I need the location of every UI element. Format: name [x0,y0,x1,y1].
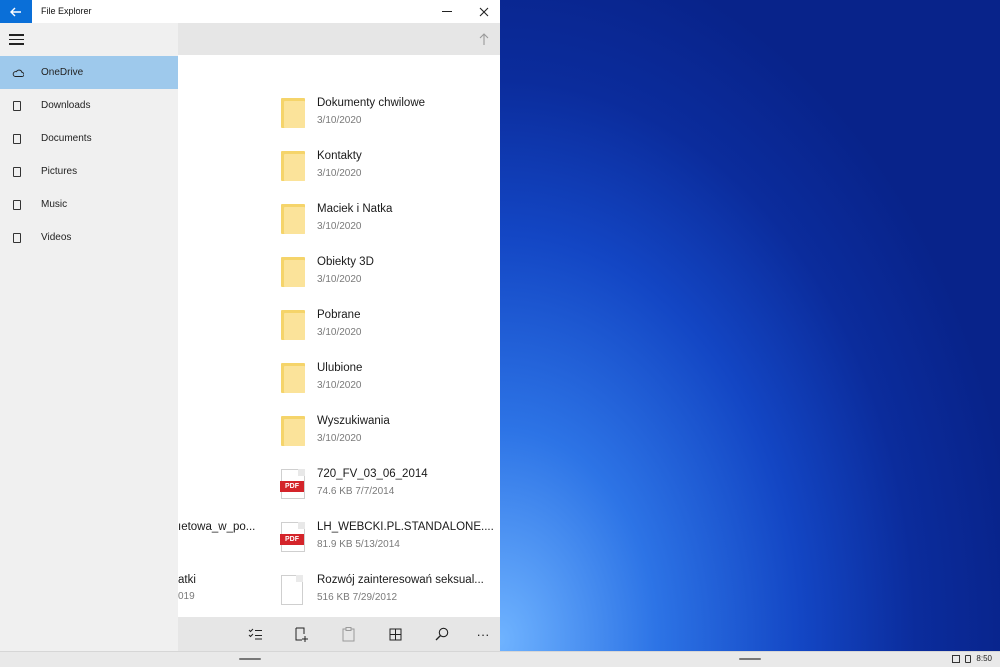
battery-icon[interactable] [965,654,972,663]
file-meta: 74.6 KB 7/7/2014 [317,486,395,497]
list-item[interactable]: Pobrane 3/10/2020 [278,302,500,352]
search-icon [435,627,449,641]
new-item-button[interactable] [293,626,309,642]
file-name: Wyszukiwania [317,415,390,427]
desktop-background [500,0,1000,651]
folder-icon [281,416,305,446]
document-icon [281,575,303,605]
device-icon [13,199,21,210]
folder-icon [281,310,305,340]
title-bar: File Explorer [0,0,500,23]
close-button[interactable] [474,0,494,23]
arrow-up-icon [479,33,489,45]
list-item[interactable]: Wyszukiwania 3/10/2020 [278,408,500,458]
file-name: Maciek i Natka [317,203,393,215]
view-icon [389,628,401,640]
back-button[interactable] [0,0,32,23]
file-meta: 516 KB 7/29/2012 [317,592,398,603]
file-explorer-window: File Explorer OneDrive Downloads Documen… [0,0,500,651]
file-name: Pobrane [317,309,361,321]
more-button[interactable]: ··· [475,626,491,642]
file-meta: 3/10/2020 [317,221,362,232]
file-meta: 81.9 KB 5/13/2014 [317,539,400,550]
hamburger-icon[interactable] [9,34,24,45]
more-icon: ··· [476,626,490,642]
sidebar-item-downloads[interactable]: Downloads [0,89,178,122]
partial-item-name: ıetowa_w_po... [178,521,256,533]
system-tray: 8:50 [952,654,992,663]
list-item[interactable]: Dokumenty chwilowe 3/10/2020 [278,90,500,140]
file-meta: 3/10/2020 [317,380,362,391]
new-item-icon [295,627,308,642]
file-meta: 3/10/2020 [317,327,362,338]
arrow-left-icon [10,7,21,16]
device-icon [13,166,21,177]
file-name: Ulubione [317,362,363,374]
drag-handle[interactable] [739,658,761,660]
file-meta: 3/10/2020 [317,433,362,444]
folder-icon [281,151,305,181]
select-button[interactable] [247,626,263,642]
device-icon [13,100,21,111]
file-name: 720_FV_03_06_2014 [317,468,428,480]
list-item[interactable]: Obiekty 3D 3/10/2020 [278,249,500,299]
list-item[interactable]: Maciek i Natka 3/10/2020 [278,196,500,246]
sidebar-item-label: Pictures [41,166,78,177]
navigation-pane: OneDrive Downloads Documents Pictures Mu… [0,23,178,651]
sidebar-item-label: Documents [41,133,92,144]
file-name: Kontakty [317,150,362,162]
list-item[interactable]: Ulubione 3/10/2020 [278,355,500,405]
partial-item-name: atki [178,574,196,586]
list-item[interactable]: Rozwój zainteresowań seksual... 516 KB 7… [278,567,500,617]
paste-button[interactable] [340,626,356,642]
device-icon [13,232,21,243]
up-button[interactable] [476,31,492,47]
close-icon [479,7,489,16]
sidebar-item-music[interactable]: Music [0,188,178,221]
view-button[interactable] [387,626,403,642]
sidebar-item-label: OneDrive [41,67,84,78]
file-name: LH_WEBCKI.PL.STANDALONE.... [317,521,494,533]
minimize-button[interactable] [437,0,457,23]
drag-handle[interactable] [239,658,261,660]
file-meta: 3/10/2020 [317,115,362,126]
sidebar-item-pictures[interactable]: Pictures [0,155,178,188]
folder-icon [281,204,305,234]
file-meta: 3/10/2020 [317,168,362,179]
sidebar-item-documents[interactable]: Documents [0,122,178,155]
list-item[interactable]: Kontakty 3/10/2020 [278,143,500,193]
file-name: Rozwój zainteresowań seksual... [317,574,484,586]
list-item[interactable]: PDF LH_WEBCKI.PL.STANDALONE.... 81.9 KB … [278,514,500,564]
device-icon [13,133,21,144]
pdf-icon: PDF [280,469,305,499]
sidebar-item-onedrive[interactable]: OneDrive [0,56,178,89]
folder-icon [281,98,305,128]
paste-icon [342,626,354,641]
folder-icon [281,363,305,393]
notification-icon[interactable] [952,654,961,663]
command-bar: ··· [178,617,500,651]
window-title: File Explorer [41,6,92,16]
cloud-icon [12,69,24,77]
file-list: ıetowa_w_po... atki 019 Dokumenty chwilo… [178,55,500,617]
address-bar [178,23,500,55]
file-meta: 3/10/2020 [317,274,362,285]
taskbar: 8:50 [0,651,1000,667]
file-name: Obiekty 3D [317,256,374,268]
list-item[interactable]: PDF 720_FV_03_06_2014 74.6 KB 7/7/2014 [278,461,500,511]
sidebar-item-label: Downloads [41,100,91,111]
search-button[interactable] [434,626,450,642]
partial-item-meta: 019 [178,591,195,602]
clock[interactable]: 8:50 [976,654,992,663]
sidebar-item-label: Music [41,199,68,210]
select-list-icon [248,628,262,640]
pdf-icon: PDF [280,522,305,552]
folder-icon [281,257,305,287]
sidebar-item-videos[interactable]: Videos [0,221,178,254]
file-name: Dokumenty chwilowe [317,97,426,109]
sidebar-item-label: Videos [41,232,72,243]
